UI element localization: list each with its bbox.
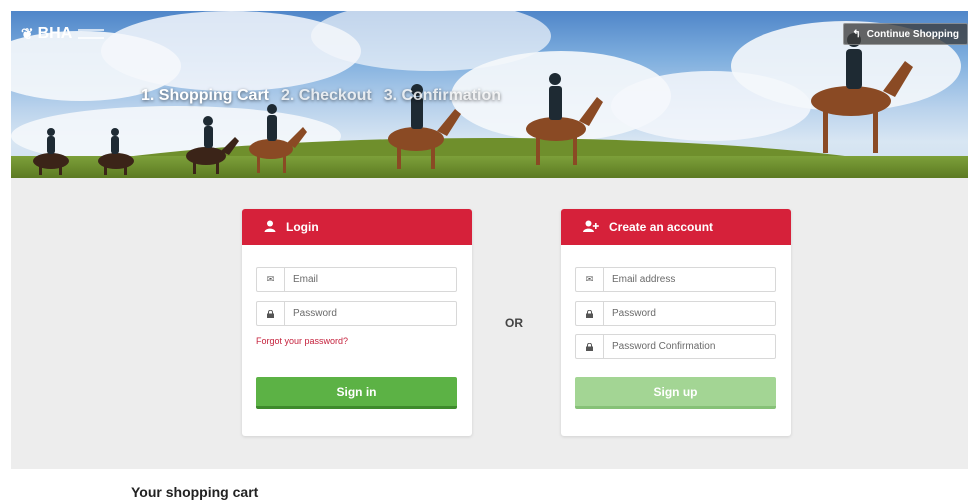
continue-shopping-button[interactable]: ↰ Continue Shopping — [843, 23, 968, 45]
register-password-input[interactable] — [604, 302, 775, 325]
lock-icon — [257, 302, 285, 325]
hero-banner: ❦ BHA 1. Shopping Cart 2. Checkout 3. Co… — [11, 11, 968, 178]
sign-up-button[interactable]: Sign up — [575, 377, 776, 409]
login-title: Login — [286, 220, 319, 234]
step-checkout: 2. Checkout — [281, 87, 372, 104]
register-card: Create an account ✉ Sign up — [561, 209, 791, 436]
forgot-password-link[interactable]: Forgot your password? — [256, 336, 348, 346]
register-email-input[interactable] — [604, 268, 775, 291]
register-email-field[interactable]: ✉ — [575, 267, 776, 292]
logo-tagline-mark — [78, 29, 105, 39]
login-email-field[interactable]: ✉ — [256, 267, 457, 292]
sign-in-button[interactable]: Sign in — [256, 377, 457, 409]
register-password-field[interactable] — [575, 301, 776, 326]
register-card-header: Create an account — [561, 209, 791, 245]
register-title: Create an account — [609, 220, 714, 234]
checkout-steps: 1. Shopping Cart 2. Checkout 3. Confirma… — [141, 87, 501, 105]
envelope-icon: ✉ — [257, 268, 285, 291]
logo-text: BHA — [37, 25, 73, 42]
user-icon — [264, 220, 276, 235]
login-card-header: Login — [242, 209, 472, 245]
horse-emblem-icon: ❦ — [21, 26, 34, 43]
register-password-confirm-field[interactable] — [575, 334, 776, 359]
login-card: Login ✉ Forgot your password? Sign in — [242, 209, 472, 436]
register-password-confirm-input[interactable] — [604, 335, 775, 358]
bha-logo[interactable]: ❦ BHA — [21, 25, 105, 43]
envelope-icon: ✉ — [576, 268, 604, 291]
lock-icon — [576, 335, 604, 358]
login-password-input[interactable] — [285, 302, 456, 325]
lock-icon — [576, 302, 604, 325]
reply-arrow-icon: ↰ — [852, 28, 861, 40]
auth-panel: Login ✉ Forgot your password? Sign in OR… — [11, 178, 968, 469]
or-separator: OR — [505, 316, 523, 330]
user-plus-icon — [583, 220, 599, 235]
step-confirmation: 3. Confirmation — [383, 87, 502, 104]
login-password-field[interactable] — [256, 301, 457, 326]
shopping-cart-heading: Your shopping cart — [131, 484, 259, 500]
continue-shopping-label: Continue Shopping — [866, 28, 959, 40]
login-email-input[interactable] — [285, 268, 456, 291]
step-shopping-cart: 1. Shopping Cart — [141, 87, 269, 104]
